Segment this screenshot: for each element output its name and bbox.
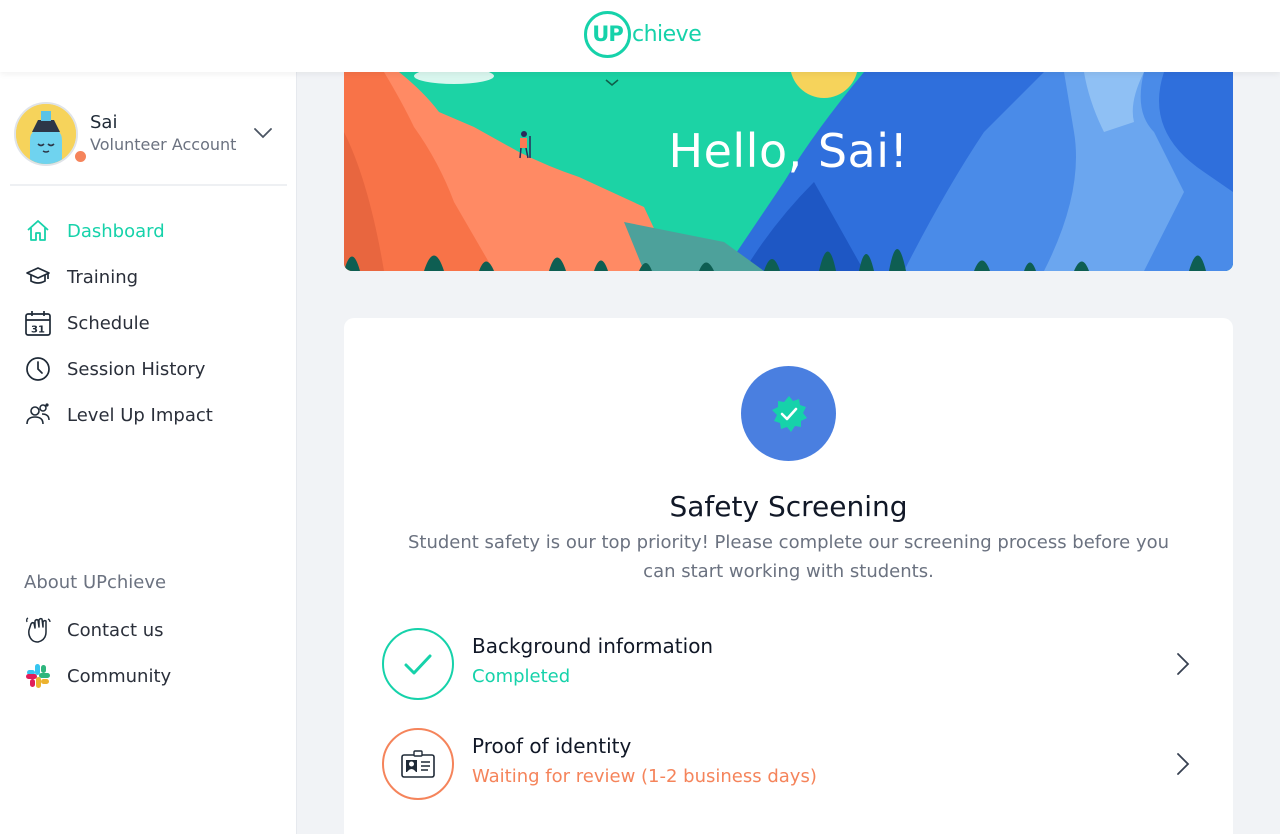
sidebar: Sai Volunteer Account Dashboard Training… [0, 72, 297, 834]
nav-item-community[interactable]: Community [24, 653, 284, 699]
home-icon [24, 217, 52, 245]
chevron-right-icon [1177, 653, 1190, 675]
nav-label: Dashboard [67, 220, 165, 242]
card-title: Safety Screening [669, 490, 908, 523]
logo-mark: UP [584, 10, 631, 58]
avatar [14, 102, 78, 166]
step-background-information[interactable]: Background information Completed [382, 628, 1194, 700]
nav-label: Level Up Impact [67, 404, 213, 426]
step-title: Background information [472, 634, 714, 658]
step-proof-of-identity[interactable]: Proof of identity Waiting for review (1-… [382, 728, 1194, 800]
calendar-day: 31 [31, 325, 45, 336]
account-type: Volunteer Account [90, 135, 237, 154]
nav-label: Community [67, 665, 172, 687]
nav-item-session-history[interactable]: Session History [24, 346, 284, 392]
avatar-illustration [16, 104, 76, 164]
status-dot [73, 149, 88, 164]
chevron-right-icon [1177, 753, 1190, 775]
user-name: Sai [90, 112, 118, 133]
about-heading: About UPchieve [24, 572, 167, 593]
nav-item-schedule[interactable]: 31 Schedule [24, 300, 284, 346]
step-title: Proof of identity [472, 734, 632, 758]
upchieve-logo[interactable]: UP chieve [584, 10, 702, 58]
clock-icon [24, 355, 52, 383]
nav-item-level-up-impact[interactable]: Level Up Impact [24, 392, 284, 438]
main-nav: Dashboard Training 31 Schedule Session H… [24, 208, 284, 438]
slack-icon [24, 662, 52, 690]
hero-banner: Hello, Sai! [344, 72, 1233, 271]
graduation-cap-icon [24, 263, 52, 291]
divider [10, 184, 287, 186]
chevron-down-icon[interactable] [252, 122, 274, 144]
nav-label: Schedule [67, 312, 150, 334]
calendar-icon: 31 [24, 309, 52, 337]
verified-badge-icon [741, 366, 836, 461]
nav-item-training[interactable]: Training [24, 254, 284, 300]
people-icon [24, 401, 52, 429]
nav-label: Training [67, 266, 139, 288]
waving-hand-icon [24, 616, 52, 644]
safety-screening-card: Safety Screening Student safety is our t… [344, 318, 1233, 834]
top-bar: UP chieve [0, 0, 1280, 72]
nav-label: Contact us [67, 619, 164, 641]
logo-wordmark: chieve [632, 21, 702, 47]
id-card-icon [382, 728, 454, 800]
about-nav: Contact us Community [24, 607, 284, 699]
hero-greeting: Hello, Sai! [668, 124, 909, 178]
step-status: Completed [472, 666, 571, 687]
checkmark-icon [382, 628, 454, 700]
nav-item-contact-us[interactable]: Contact us [24, 607, 284, 653]
account-menu[interactable]: Sai Volunteer Account [14, 102, 284, 166]
card-description: Student safety is our top priority! Plea… [407, 532, 1170, 582]
step-status: Waiting for review (1-2 business days) [472, 766, 817, 787]
nav-item-dashboard[interactable]: Dashboard [24, 208, 284, 254]
nav-label: Session History [67, 358, 206, 380]
